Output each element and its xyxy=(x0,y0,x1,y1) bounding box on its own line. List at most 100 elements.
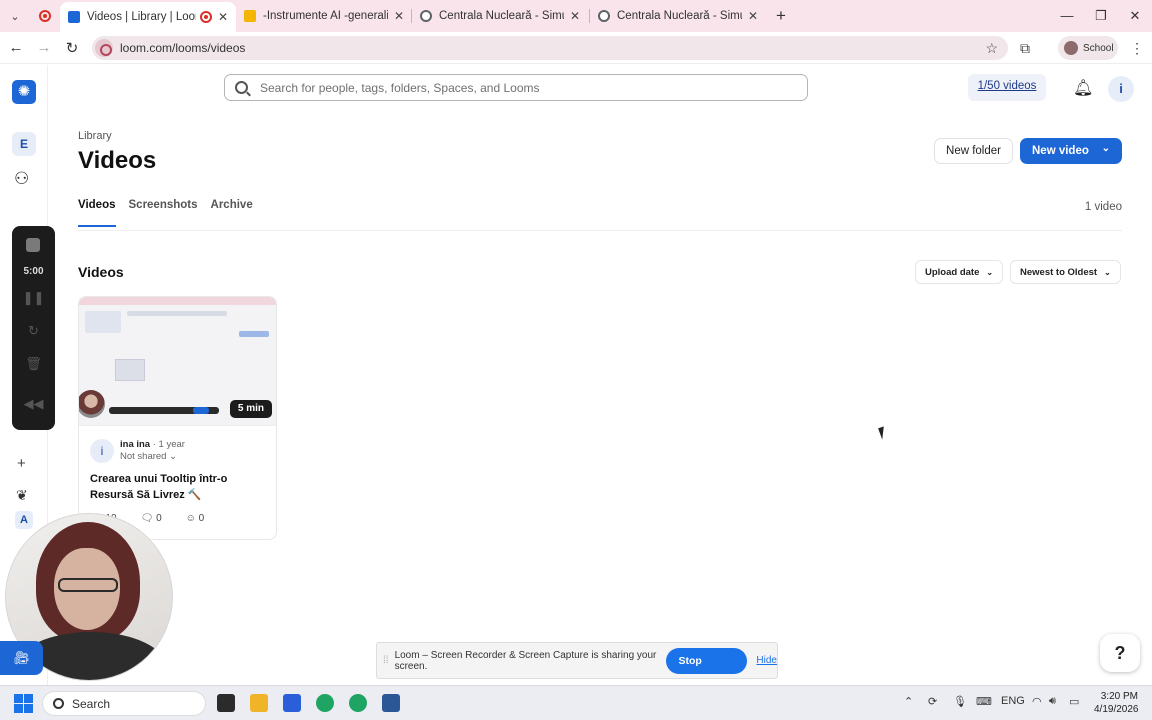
forward-icon[interactable]: → xyxy=(30,39,58,56)
recording-indicator-icon xyxy=(199,11,212,23)
chevron-down-icon: ⌄ xyxy=(986,267,994,277)
profile-button[interactable]: School xyxy=(1058,36,1118,60)
leaf-icon[interactable]: ❦ xyxy=(16,487,28,504)
screen-sharing-banner: ⁞⁞ Loom – Screen Recorder & Screen Captu… xyxy=(376,642,778,693)
close-tab-icon[interactable]: ✕ xyxy=(218,10,228,24)
video-title[interactable]: Crearea unui Tooltip într-o Resursă Să L… xyxy=(90,471,270,503)
site-info-icon[interactable] xyxy=(95,39,113,57)
url-text[interactable]: loom.com/looms/videos xyxy=(120,41,245,55)
sort-field-dropdown[interactable]: Upload date ⌄ xyxy=(915,260,1004,284)
add-user-icon[interactable]: ⚇ xyxy=(14,169,29,189)
taskbar-search[interactable]: Search xyxy=(42,691,206,716)
extensions-icon[interactable]: ⧉ xyxy=(1020,40,1030,57)
close-tab-icon[interactable]: ✕ xyxy=(570,9,580,23)
browser-tab-strip: ⌄ Videos | Library | Loom ✕ -Instrumente… xyxy=(0,0,1152,32)
profile-label: School xyxy=(1083,42,1114,54)
windows-start-icon[interactable] xyxy=(14,694,33,713)
word-icon[interactable] xyxy=(382,694,400,712)
new-tab-button[interactable]: + xyxy=(766,6,796,26)
pause-icon[interactable]: ❚❚ xyxy=(12,290,55,306)
new-folder-button[interactable]: New folder xyxy=(934,138,1013,164)
wifi-icon[interactable]: ◠ xyxy=(1032,695,1042,708)
recording-timer: 5:00 xyxy=(23,266,44,277)
tab-search-dropdown[interactable]: ⌄ xyxy=(0,0,30,32)
breadcrumb[interactable]: Library xyxy=(78,130,112,142)
keyboard-icon[interactable]: ⌨ xyxy=(976,695,992,708)
loom-logo-icon[interactable]: ✺ xyxy=(12,80,36,104)
window-controls: — ❐ ✕ xyxy=(1050,8,1152,24)
tab-title: Centrala Nucleară - Simulare In xyxy=(439,10,564,22)
tab-archive[interactable]: Archive xyxy=(211,199,253,227)
add-workspace-icon[interactable]: + xyxy=(17,455,26,472)
tab-title: -Instrumente AI -generalități - I xyxy=(263,10,388,22)
language-indicator[interactable]: ENG xyxy=(1001,695,1025,707)
battery-icon[interactable]: ▭ xyxy=(1069,695,1079,708)
tray-overflow-icon[interactable]: ⌃ xyxy=(904,695,913,708)
video-age: · 1 year xyxy=(152,439,185,450)
close-tab-icon[interactable]: ✕ xyxy=(394,9,404,23)
chrome-profile-icon[interactable] xyxy=(349,694,367,712)
notifications-bell-icon[interactable]: 🔔︎ xyxy=(1073,78,1093,98)
clock-time: 3:20 PM xyxy=(1100,691,1138,702)
tab-videos[interactable]: Videos xyxy=(78,199,116,227)
browser-tab-loom[interactable]: Videos | Library | Loom ✕ xyxy=(60,2,236,32)
stop-recording-button[interactable] xyxy=(26,238,40,252)
chrome-icon[interactable] xyxy=(316,694,334,712)
tab-divider xyxy=(78,230,1122,231)
user-avatar[interactable]: i xyxy=(1108,76,1134,102)
back-icon[interactable]: ← xyxy=(2,39,30,56)
browser-tab-instrumente[interactable]: -Instrumente AI -generalități - I ✕ xyxy=(236,0,412,32)
tab-title: Videos | Library | Loom xyxy=(87,11,196,23)
thumb-block xyxy=(127,311,227,316)
sort-order-dropdown[interactable]: Newest to Oldest ⌄ xyxy=(1010,260,1121,284)
video-card[interactable]: 5 min i ina ina · 1 year Not shared ⌄ Cr… xyxy=(78,296,277,540)
drag-handle-icon[interactable]: ⁞⁞ xyxy=(383,655,389,666)
sort-field-label: Upload date xyxy=(925,266,980,278)
duration-badge: 5 min xyxy=(229,400,272,418)
video-thumbnail[interactable]: 5 min xyxy=(79,297,276,426)
hide-banner-link[interactable]: Hide xyxy=(756,655,777,666)
quota-text: 1/50 videos xyxy=(977,80,1037,92)
search-bar[interactable] xyxy=(224,74,808,101)
recording-tab[interactable] xyxy=(30,0,60,32)
volume-icon[interactable]: 🔊︎ xyxy=(1049,695,1056,708)
page-title: Videos xyxy=(78,147,157,174)
stop-sharing-button[interactable]: Stop sharing xyxy=(666,647,748,693)
close-tab-icon[interactable]: ✕ xyxy=(748,9,758,23)
video-quota-badge[interactable]: 1/50 videos xyxy=(968,74,1046,101)
screen-tool-icon[interactable] xyxy=(283,694,301,712)
help-button[interactable]: ? xyxy=(1100,634,1140,672)
bookmark-star-icon[interactable]: ☆ xyxy=(985,40,998,57)
recorder-controls: 5:00 ❚❚ ↻ 🗑 ◀◀ xyxy=(12,226,55,430)
tab-screenshots[interactable]: Screenshots xyxy=(129,199,198,227)
reload-icon[interactable]: ↻ xyxy=(58,39,86,57)
restart-icon[interactable]: ↻ xyxy=(12,323,55,339)
thumbnail-webcam-bubble xyxy=(79,390,105,418)
collapse-icon[interactable]: ◀◀ xyxy=(12,396,55,412)
browser-toolbar: ← → ↻ loom.com/looms/videos ☆ ⧉ School ⋮ xyxy=(0,32,1152,64)
minimize-icon[interactable]: — xyxy=(1050,8,1084,24)
browser-tab-centrala-2[interactable]: Centrala Nucleară - Simulare C ✕ xyxy=(590,0,766,32)
browser-menu-icon[interactable]: ⋮ xyxy=(1130,40,1144,57)
camera-toggle-button[interactable]: 🎥︎ xyxy=(0,641,43,675)
sort-order-label: Newest to Oldest xyxy=(1020,266,1098,278)
chevron-down-icon: ⌄ xyxy=(1101,143,1110,154)
new-video-button[interactable]: New video ⌄ xyxy=(1020,138,1122,164)
close-window-icon[interactable]: ✕ xyxy=(1118,8,1152,24)
delete-icon[interactable]: 🗑 xyxy=(12,356,55,372)
workspace-avatar[interactable]: E xyxy=(12,132,36,156)
reactions-stat: ☺︎ 0 xyxy=(185,513,205,524)
search-input[interactable] xyxy=(260,80,780,95)
sync-icon[interactable]: ⟳ xyxy=(928,695,937,708)
taskbar-clock[interactable]: 3:20 PM 4/19/2026 xyxy=(1094,690,1139,716)
microphone-icon[interactable]: 🎙︎ xyxy=(953,695,967,708)
browser-tab-centrala-1[interactable]: Centrala Nucleară - Simulare In ✕ xyxy=(412,0,590,32)
webcam-person-glasses xyxy=(58,578,118,592)
address-bar[interactable]: loom.com/looms/videos ☆ xyxy=(92,36,1008,60)
file-explorer-icon[interactable] xyxy=(250,694,268,712)
share-status-dropdown[interactable]: Not shared ⌄ xyxy=(120,451,177,462)
taskbar-search-label: Search xyxy=(72,696,111,711)
task-view-icon[interactable] xyxy=(217,694,235,712)
restore-icon[interactable]: ❐ xyxy=(1084,8,1118,24)
sharing-message: Loom – Screen Recorder & Screen Capture … xyxy=(394,649,657,672)
